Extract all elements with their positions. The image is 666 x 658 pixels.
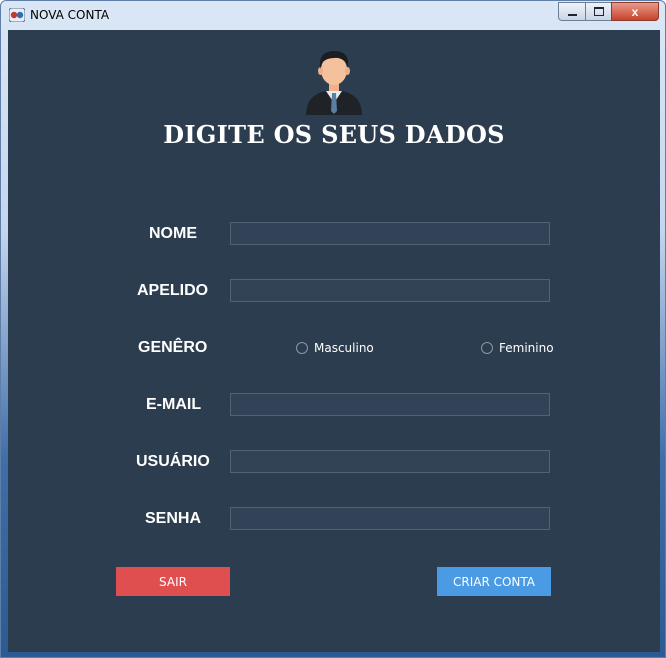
senha-input[interactable] xyxy=(230,507,550,530)
close-button[interactable]: x xyxy=(611,2,659,21)
field-label-email: E-MAIL xyxy=(146,396,202,413)
title-bar[interactable]: NOVA CONTA x xyxy=(1,1,665,29)
nome-input[interactable] xyxy=(230,222,550,245)
field-label-genero: GENÊRO xyxy=(138,339,208,356)
radio-circle[interactable] xyxy=(296,342,308,354)
exit-button[interactable]: SAIR xyxy=(116,567,230,596)
usuario-input[interactable] xyxy=(230,450,550,473)
form-heading: DIGITE OS SEUS DADOS xyxy=(163,120,505,149)
form-panel: DIGITE OS SEUS DADOS NOME APELIDO GENÊRO… xyxy=(8,30,660,652)
businessman-avatar-icon xyxy=(306,51,362,115)
field-label-apelido: APELIDO xyxy=(137,282,209,299)
field-label-nome: NOME xyxy=(149,225,197,242)
radio-circle[interactable] xyxy=(481,342,493,354)
close-icon: x xyxy=(631,4,639,19)
field-label-senha: SENHA xyxy=(145,510,202,527)
app-icon xyxy=(9,8,25,22)
radio-label-masculino: Masculino xyxy=(314,341,374,355)
radio-feminino[interactable]: Feminino xyxy=(481,341,554,355)
apelido-input[interactable] xyxy=(230,279,550,302)
email-input[interactable] xyxy=(230,393,550,416)
window-frame: NOVA CONTA x DIGITE OS SEUS DADOS NOME A… xyxy=(0,0,666,658)
radio-masculino[interactable]: Masculino xyxy=(296,341,374,355)
create-account-button[interactable]: CRIAR CONTA xyxy=(437,567,551,596)
maximize-icon xyxy=(593,7,604,16)
minimize-button[interactable] xyxy=(558,2,586,21)
radio-label-feminino: Feminino xyxy=(499,341,554,355)
field-label-usuario: USUÁRIO xyxy=(136,453,210,470)
minimize-icon xyxy=(567,13,577,16)
maximize-button[interactable] xyxy=(585,2,612,21)
window-title: NOVA CONTA xyxy=(30,8,110,22)
